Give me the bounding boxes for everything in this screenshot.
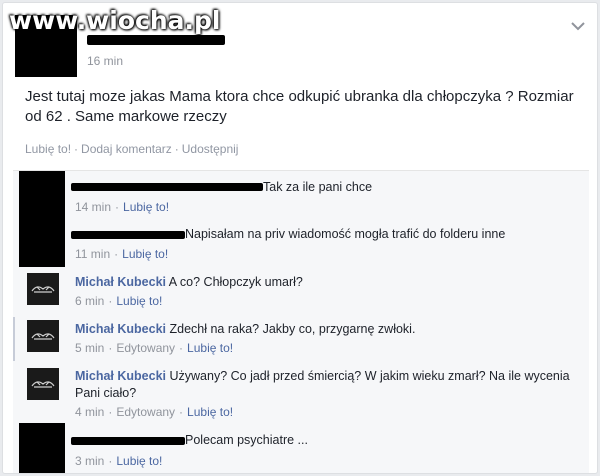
comment: Michał Kubecki Zdechł na raka? Jakby co,… (13, 317, 589, 361)
chevron-down-icon[interactable] (571, 21, 585, 31)
comment: Michał Kubecki A co? Chłopczyk umarł? 6 … (13, 269, 589, 317)
comment-text: Michał Kubecki Używany? Co jadł przed śm… (75, 368, 575, 402)
wing-logo-icon (31, 381, 55, 388)
comment-body: A co? Chłopczyk umarł? (168, 275, 303, 289)
separator: · (114, 247, 119, 261)
comment-time[interactable]: 3 min (75, 454, 104, 468)
post-card: www.wiocha.pl 16 min Jest tutaj moze jak… (2, 2, 598, 474)
comment-meta: 5 min · Edytowany · Lubię to! (75, 341, 233, 355)
redacted-avatar[interactable] (19, 171, 65, 219)
comment-like-link[interactable]: Lubię to! (187, 405, 233, 419)
redacted-commenter-name (71, 183, 263, 191)
separator: · (108, 341, 113, 355)
comment-text: Tak za ile pani chce (263, 180, 373, 194)
separator: · (115, 200, 120, 214)
comment-like-link[interactable]: Lubię to! (123, 200, 169, 214)
comment-meta: 11 min · Lubię to! (75, 247, 168, 261)
comment-text: Polecam psychiatre ... (185, 433, 308, 447)
post-actions: Lubię to! · Dodaj komentarz · Udostępnij (25, 142, 238, 156)
wing-logo-icon (31, 333, 55, 340)
watermark: www.wiocha.pl (9, 6, 221, 35)
redacted-commenter-name (71, 231, 185, 239)
comment-text: Napisałam na priv wiadomość mogła trafić… (185, 227, 506, 241)
like-link[interactable]: Lubię to! (25, 142, 71, 156)
comments-section: Tak za ile pani chce 14 min · Lubię to! Na… (13, 170, 589, 473)
comment-time[interactable]: 5 min (75, 341, 104, 355)
comment-time[interactable]: 4 min (75, 405, 104, 419)
comment: Tak za ile pani chce 14 min · Lubię to! (13, 171, 589, 219)
comment-like-link[interactable]: Lubię to! (187, 341, 233, 355)
separator: · (179, 405, 184, 419)
comment-meta: 6 min · Lubię to! (75, 294, 162, 308)
comment-text: Michał Kubecki Zdechł na raka? Jakby co,… (75, 321, 415, 338)
separator: · (108, 294, 113, 308)
comment-meta: 14 min · Lubię to! (75, 200, 169, 214)
add-comment-link[interactable]: Dodaj komentarz (81, 142, 172, 156)
comment-like-link[interactable]: Lubię to! (116, 454, 162, 468)
comment-text: Michał Kubecki A co? Chłopczyk umarł? (75, 274, 303, 291)
comment-author[interactable]: Michał Kubecki (75, 322, 166, 336)
comment-time[interactable]: 11 min (75, 247, 110, 261)
separator: · (74, 142, 79, 156)
comment-body: Zdechł na raka? Jakby co, przygarnę zwło… (169, 322, 416, 336)
wing-logo-icon (31, 286, 55, 293)
redacted-avatar[interactable] (19, 219, 65, 267)
comment-time[interactable]: 6 min (75, 294, 104, 308)
separator: · (108, 405, 113, 419)
comment-like-link[interactable]: Lubię to! (122, 247, 168, 261)
edited-label[interactable]: Edytowany (116, 341, 175, 355)
commenter-avatar[interactable] (27, 273, 59, 305)
redacted-avatar[interactable] (19, 423, 65, 473)
comment: Polecam psychiatre ... 3 min · Lubię to! (13, 423, 589, 473)
separator: · (108, 454, 113, 468)
commenter-avatar[interactable] (27, 320, 59, 352)
redacted-author-name (87, 35, 225, 45)
edited-label[interactable]: Edytowany (116, 405, 175, 419)
comment-like-link[interactable]: Lubię to! (116, 294, 162, 308)
comment-meta: 3 min · Lubię to! (75, 454, 162, 468)
post-body: Jest tutaj moze jakas Mama ktora chce od… (25, 88, 574, 125)
share-link[interactable]: Udostępnij (182, 142, 239, 156)
comment-meta: 4 min · Edytowany · Lubię to! (75, 405, 233, 419)
separator: · (174, 142, 179, 156)
comment: Napisałam na priv wiadomość mogła trafić… (13, 219, 589, 269)
comment-author[interactable]: Michał Kubecki (75, 275, 166, 289)
post-timestamp[interactable]: 16 min (87, 54, 123, 68)
redacted-commenter-name (71, 437, 185, 445)
comment: Michał Kubecki Używany? Co jadł przed śm… (13, 365, 589, 423)
comment-author[interactable]: Michał Kubecki (75, 369, 166, 383)
commenter-avatar[interactable] (27, 368, 59, 400)
comment-time[interactable]: 14 min (75, 200, 111, 214)
separator: · (179, 341, 184, 355)
